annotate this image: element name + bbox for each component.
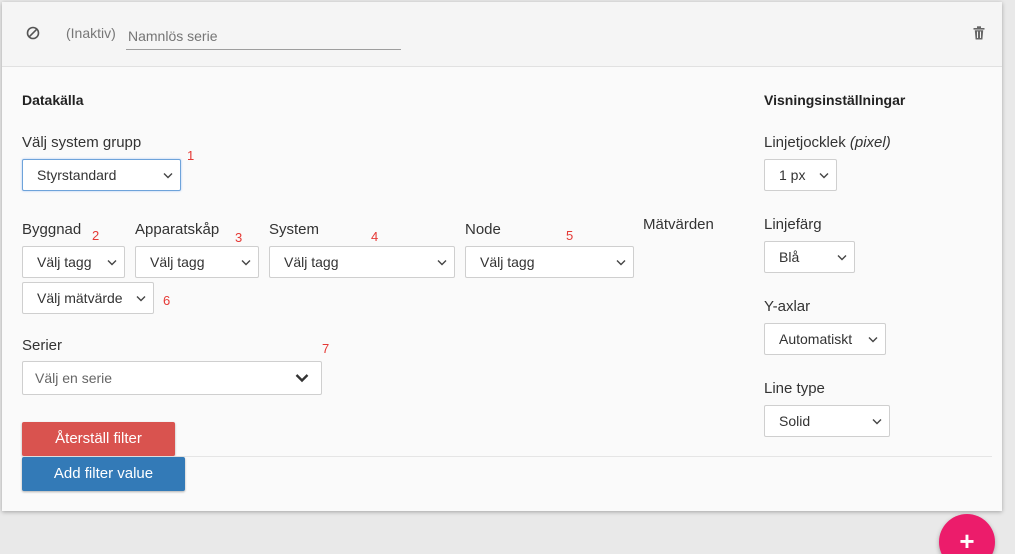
- chevron-down-icon: [136, 296, 146, 302]
- marker-2: 2: [92, 228, 100, 243]
- node-select[interactable]: Välj tagg: [465, 246, 634, 278]
- building-select[interactable]: Välj tagg: [22, 246, 125, 278]
- plus-icon: +: [959, 526, 975, 554]
- system-group-label: Välj system grupp: [22, 134, 142, 151]
- chevron-down-icon: [868, 337, 878, 343]
- marker-7: 7: [322, 341, 330, 356]
- marker-1: 1: [187, 148, 195, 163]
- datasource-title: Datakälla: [22, 92, 84, 108]
- display-title: Visningsinställningar: [764, 92, 906, 108]
- building-label: Byggnad: [22, 221, 82, 238]
- line-width-value: 1 px: [779, 167, 806, 183]
- y-axes-select[interactable]: Automatiskt: [764, 323, 886, 355]
- system-label: System: [269, 221, 320, 238]
- node-value: Välj tagg: [480, 254, 535, 270]
- chevron-down-icon: [241, 260, 251, 266]
- series-label: Serier: [22, 337, 63, 354]
- chevron-down-icon: [295, 374, 309, 383]
- chevron-down-icon: [837, 255, 847, 261]
- series-select[interactable]: Välj en serie: [22, 361, 322, 395]
- line-width-select[interactable]: 1 px: [764, 159, 837, 191]
- chevron-down-icon: [819, 173, 829, 179]
- marker-5: 5: [566, 228, 574, 243]
- add-filter-value-button[interactable]: Add filter value: [22, 457, 185, 491]
- line-width-label: Linjetjocklek (pixel): [764, 134, 891, 151]
- measurements-label: Mätvärden: [643, 216, 714, 233]
- ban-icon[interactable]: [26, 26, 40, 40]
- series-placeholder: Välj en serie: [35, 370, 113, 386]
- series-card: (Inaktiv) Datakälla Välj system grupp 1 …: [2, 2, 1002, 511]
- status-text: (Inaktiv): [66, 25, 116, 41]
- series-header: (Inaktiv): [2, 2, 1002, 67]
- chevron-down-icon: [616, 260, 626, 266]
- chevron-down-icon: [107, 260, 117, 266]
- y-axes-value: Automatiskt: [779, 331, 853, 347]
- line-type-value: Solid: [779, 413, 811, 429]
- node-label: Node: [465, 221, 501, 238]
- line-type-label: Line type: [764, 380, 825, 397]
- chevron-down-icon: [872, 419, 882, 425]
- line-width-label-main: Linjetjocklek: [764, 134, 850, 151]
- measurement-value: Välj mätvärde: [37, 290, 123, 306]
- chevron-down-icon: [437, 260, 447, 266]
- system-value: Välj tagg: [284, 254, 339, 270]
- reset-filter-button[interactable]: Återställ filter: [22, 422, 175, 456]
- marker-4: 4: [371, 229, 379, 244]
- marker-3: 3: [235, 230, 243, 245]
- line-color-select[interactable]: Blå: [764, 241, 855, 273]
- system-group-value: Styrstandard: [37, 167, 117, 183]
- cabinet-select[interactable]: Välj tagg: [135, 246, 259, 278]
- system-select[interactable]: Välj tagg: [269, 246, 455, 278]
- line-color-value: Blå: [779, 249, 800, 265]
- line-color-label: Linjefärg: [764, 216, 822, 233]
- series-name-input[interactable]: [126, 22, 401, 50]
- add-series-fab[interactable]: +: [939, 514, 995, 554]
- y-axes-label: Y-axlar: [764, 298, 811, 315]
- measurement-select[interactable]: Välj mätvärde: [22, 282, 154, 314]
- building-value: Välj tagg: [37, 254, 92, 270]
- line-width-label-unit: (pixel): [849, 134, 891, 151]
- chevron-down-icon: [163, 173, 173, 179]
- cabinet-value: Välj tagg: [150, 254, 205, 270]
- marker-6: 6: [163, 293, 171, 308]
- line-type-select[interactable]: Solid: [764, 405, 890, 437]
- trash-icon[interactable]: [973, 26, 985, 40]
- system-group-select[interactable]: Styrstandard: [22, 159, 181, 191]
- cabinet-label: Apparatskåp: [135, 221, 220, 238]
